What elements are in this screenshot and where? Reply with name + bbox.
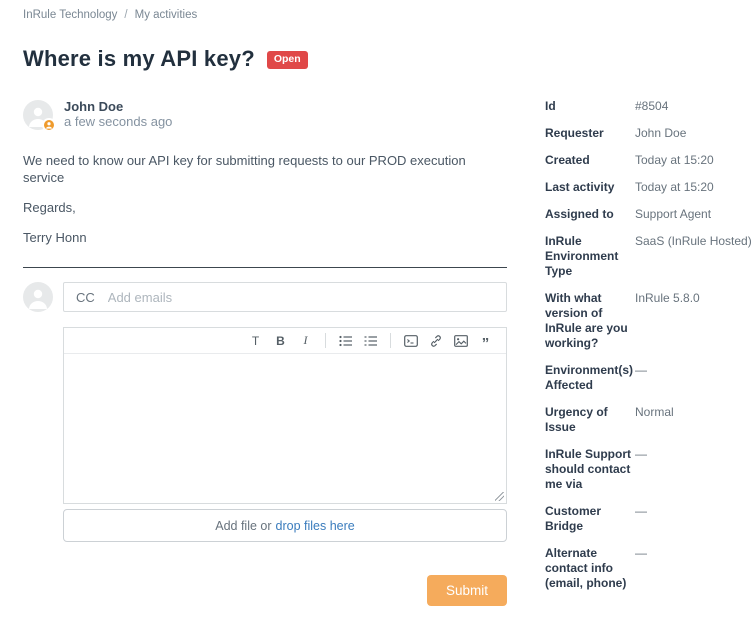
breadcrumb: InRule Technology / My activities	[23, 9, 753, 21]
field-label: With what version of InRule are you work…	[545, 291, 635, 351]
field-value: —	[635, 363, 753, 393]
field-label: Assigned to	[545, 207, 635, 222]
field-label: Urgency of Issue	[545, 405, 635, 435]
breadcrumb-link-org[interactable]: InRule Technology	[23, 9, 117, 21]
comment-paragraph: Terry Honn	[23, 229, 507, 246]
ticket-page: InRule Technology / My activities Where …	[0, 0, 753, 606]
cc-label: CC	[76, 290, 95, 305]
ticket-field-environments-affected: Environment(s) Affected —	[545, 363, 753, 393]
status-badge: Open	[267, 51, 308, 69]
italic-icon[interactable]: I	[295, 331, 316, 351]
field-value: Today at 15:20	[635, 153, 753, 168]
ticket-field-customer-bridge: Customer Bridge —	[545, 504, 753, 534]
comment-paragraph: We need to know our API key for submitti…	[23, 152, 507, 186]
avatar	[23, 100, 53, 130]
field-label: Requester	[545, 126, 635, 141]
comment-body: We need to know our API key for submitti…	[23, 152, 507, 246]
field-label: Created	[545, 153, 635, 168]
field-value: SaaS (InRule Hosted)	[635, 234, 753, 279]
comment-header: John Doe a few seconds ago	[23, 99, 507, 130]
breadcrumb-separator: /	[124, 9, 127, 21]
ticket-field-alternate-contact: Alternate contact info (email, phone) —	[545, 546, 753, 591]
resize-handle-icon[interactable]	[495, 492, 504, 501]
toolbar-divider	[390, 333, 391, 348]
title-row: Where is my API key? Open	[23, 46, 753, 72]
dropzone-browse-link[interactable]: drop files here	[276, 519, 355, 533]
submit-button[interactable]: Submit	[427, 575, 507, 606]
cc-row: CC	[23, 282, 507, 312]
ordered-list-icon[interactable]	[360, 331, 381, 351]
field-value: Normal	[635, 405, 753, 435]
user-avatar-icon	[23, 282, 53, 312]
bold-icon[interactable]: B	[270, 331, 291, 351]
breadcrumb-link-my-activities[interactable]: My activities	[135, 9, 198, 21]
comment-paragraph: Regards,	[23, 199, 507, 216]
attachment-gutter	[23, 509, 63, 542]
field-label: InRule Support should contact me via	[545, 447, 635, 492]
field-value: —	[635, 504, 753, 534]
field-label: Id	[545, 99, 635, 114]
rich-text-editor[interactable]: T B I	[63, 327, 507, 504]
file-dropzone[interactable]: Add file or drop files here	[63, 509, 507, 542]
editor-body	[64, 354, 506, 503]
text-format-icon[interactable]: T	[245, 331, 266, 351]
comment-author-block: John Doe a few seconds ago	[64, 99, 172, 130]
field-label: Environment(s) Affected	[545, 363, 635, 393]
presence-badge-icon	[42, 118, 56, 132]
ticket-field-id: Id #8504	[545, 99, 753, 114]
field-value: —	[635, 546, 753, 591]
field-value: John Doe	[635, 126, 753, 141]
field-value: InRule 5.8.0	[635, 291, 753, 351]
ticket-field-created: Created Today at 15:20	[545, 153, 753, 168]
field-value: —	[635, 447, 753, 492]
code-block-icon[interactable]	[400, 331, 421, 351]
field-value: #8504	[635, 99, 753, 114]
ticket-main-column: John Doe a few seconds ago We need to kn…	[23, 72, 507, 606]
unordered-list-icon[interactable]	[335, 331, 356, 351]
field-label: InRule Environment Type	[545, 234, 635, 279]
reply-editor-row: T B I	[23, 327, 507, 504]
ticket-field-inrule-version: With what version of InRule are you work…	[545, 291, 753, 351]
ticket-field-urgency: Urgency of Issue Normal	[545, 405, 753, 435]
field-value: Support Agent	[635, 207, 753, 222]
ticket-field-environment-type: InRule Environment Type SaaS (InRule Hos…	[545, 234, 753, 279]
editor-toolbar: T B I	[64, 328, 506, 354]
ticket-field-assigned-to: Assigned to Support Agent	[545, 207, 753, 222]
comment-timestamp: a few seconds ago	[64, 114, 172, 130]
submit-row: Submit	[23, 575, 507, 606]
cc-emails-input[interactable]	[108, 290, 494, 305]
link-icon[interactable]	[425, 331, 446, 351]
page-title: Where is my API key?	[23, 46, 255, 72]
field-label: Last activity	[545, 180, 635, 195]
attachment-row: Add file or drop files here	[23, 509, 507, 542]
quote-icon[interactable]: ”	[475, 334, 496, 354]
reply-avatar	[23, 282, 53, 312]
image-icon[interactable]	[450, 331, 471, 351]
reply-textarea[interactable]	[64, 354, 506, 503]
field-value: Today at 15:20	[635, 180, 753, 195]
comment-author-name: John Doe	[64, 99, 172, 114]
toolbar-divider	[325, 333, 326, 348]
field-label: Alternate contact info (email, phone)	[545, 546, 635, 591]
field-label: Customer Bridge	[545, 504, 635, 534]
ticket-field-contact-via: InRule Support should contact me via —	[545, 447, 753, 492]
comment-divider	[23, 267, 507, 268]
editor-gutter	[23, 327, 63, 504]
ticket-details-sidebar: Id #8504 Requester John Doe Created Toda…	[545, 72, 753, 591]
cc-field[interactable]: CC	[63, 282, 507, 312]
ticket-field-last-activity: Last activity Today at 15:20	[545, 180, 753, 195]
ticket-field-requester: Requester John Doe	[545, 126, 753, 141]
dropzone-text: Add file or	[215, 519, 271, 533]
